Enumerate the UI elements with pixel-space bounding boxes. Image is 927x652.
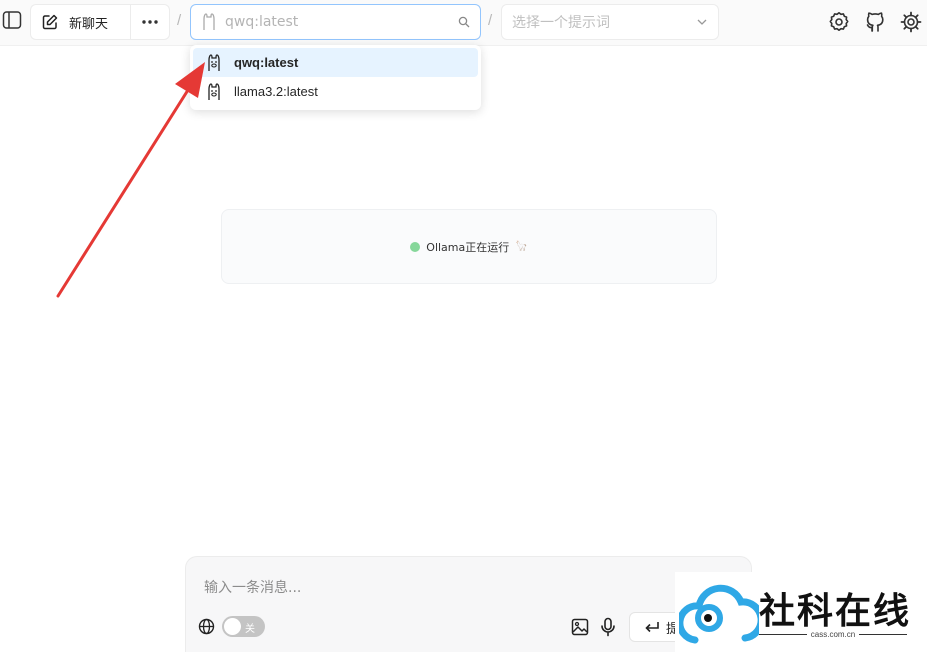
prompt-select-placeholder: 选择一个提示词: [512, 15, 610, 31]
settings-gear-icon[interactable]: [828, 11, 850, 33]
model-dropdown: qwq:latest llama3.2:latest: [190, 45, 481, 110]
watermark-domain: cass.com.cn: [810, 630, 856, 639]
breadcrumb-separator: /: [488, 12, 493, 29]
edit-icon: [42, 14, 58, 30]
breadcrumb-separator: /: [177, 12, 182, 29]
watermark-brand: 社科在线: [759, 591, 912, 632]
model-option[interactable]: qwq:latest: [193, 48, 478, 77]
llama-icon: [208, 53, 220, 71]
new-chat-button[interactable]: 新聊天: [30, 4, 130, 40]
new-chat-label: 新聊天: [69, 16, 109, 32]
web-search-toggle[interactable]: 关: [222, 616, 265, 637]
watermark: 社科在线 cass.com.cn: [675, 572, 927, 652]
status-dot: [410, 241, 421, 252]
llama-icon: [203, 13, 215, 30]
message-input[interactable]: [204, 577, 664, 599]
llama-emoji: 🦙: [515, 241, 528, 252]
model-option-label: llama3.2:latest: [234, 84, 318, 99]
model-option[interactable]: llama3.2:latest: [193, 77, 478, 106]
enter-icon: [645, 622, 659, 633]
divider: [759, 634, 807, 635]
divider: [859, 634, 907, 635]
model-select[interactable]: [190, 4, 481, 40]
more-icon: [142, 20, 158, 24]
prompt-select[interactable]: 选择一个提示词: [501, 4, 719, 40]
cloud-logo-icon: [679, 584, 759, 644]
toggle-label: 关: [245, 624, 255, 635]
model-option-label: qwq:latest: [234, 55, 299, 70]
message-composer: 关 提: [185, 556, 752, 652]
sidebar-toggle-icon[interactable]: [2, 10, 22, 30]
top-bar: 新聊天 / / 选择一个提示词: [0, 0, 927, 46]
model-search-input[interactable]: [225, 14, 445, 30]
image-upload-icon[interactable]: [571, 618, 589, 636]
status-text: Ollama正在运行: [426, 240, 510, 254]
status-card: Ollama正在运行 🦙: [221, 209, 717, 284]
globe-icon[interactable]: [198, 618, 215, 635]
more-options-button[interactable]: [130, 4, 170, 40]
chevron-down-icon: [697, 19, 707, 25]
watermark-domain-row: cass.com.cn: [759, 630, 907, 639]
search-icon: [458, 16, 470, 28]
toggle-knob: [224, 618, 241, 635]
github-icon[interactable]: [864, 11, 886, 33]
llama-icon: [208, 82, 220, 100]
preferences-icon[interactable]: [900, 11, 922, 33]
microphone-icon[interactable]: [600, 617, 616, 637]
